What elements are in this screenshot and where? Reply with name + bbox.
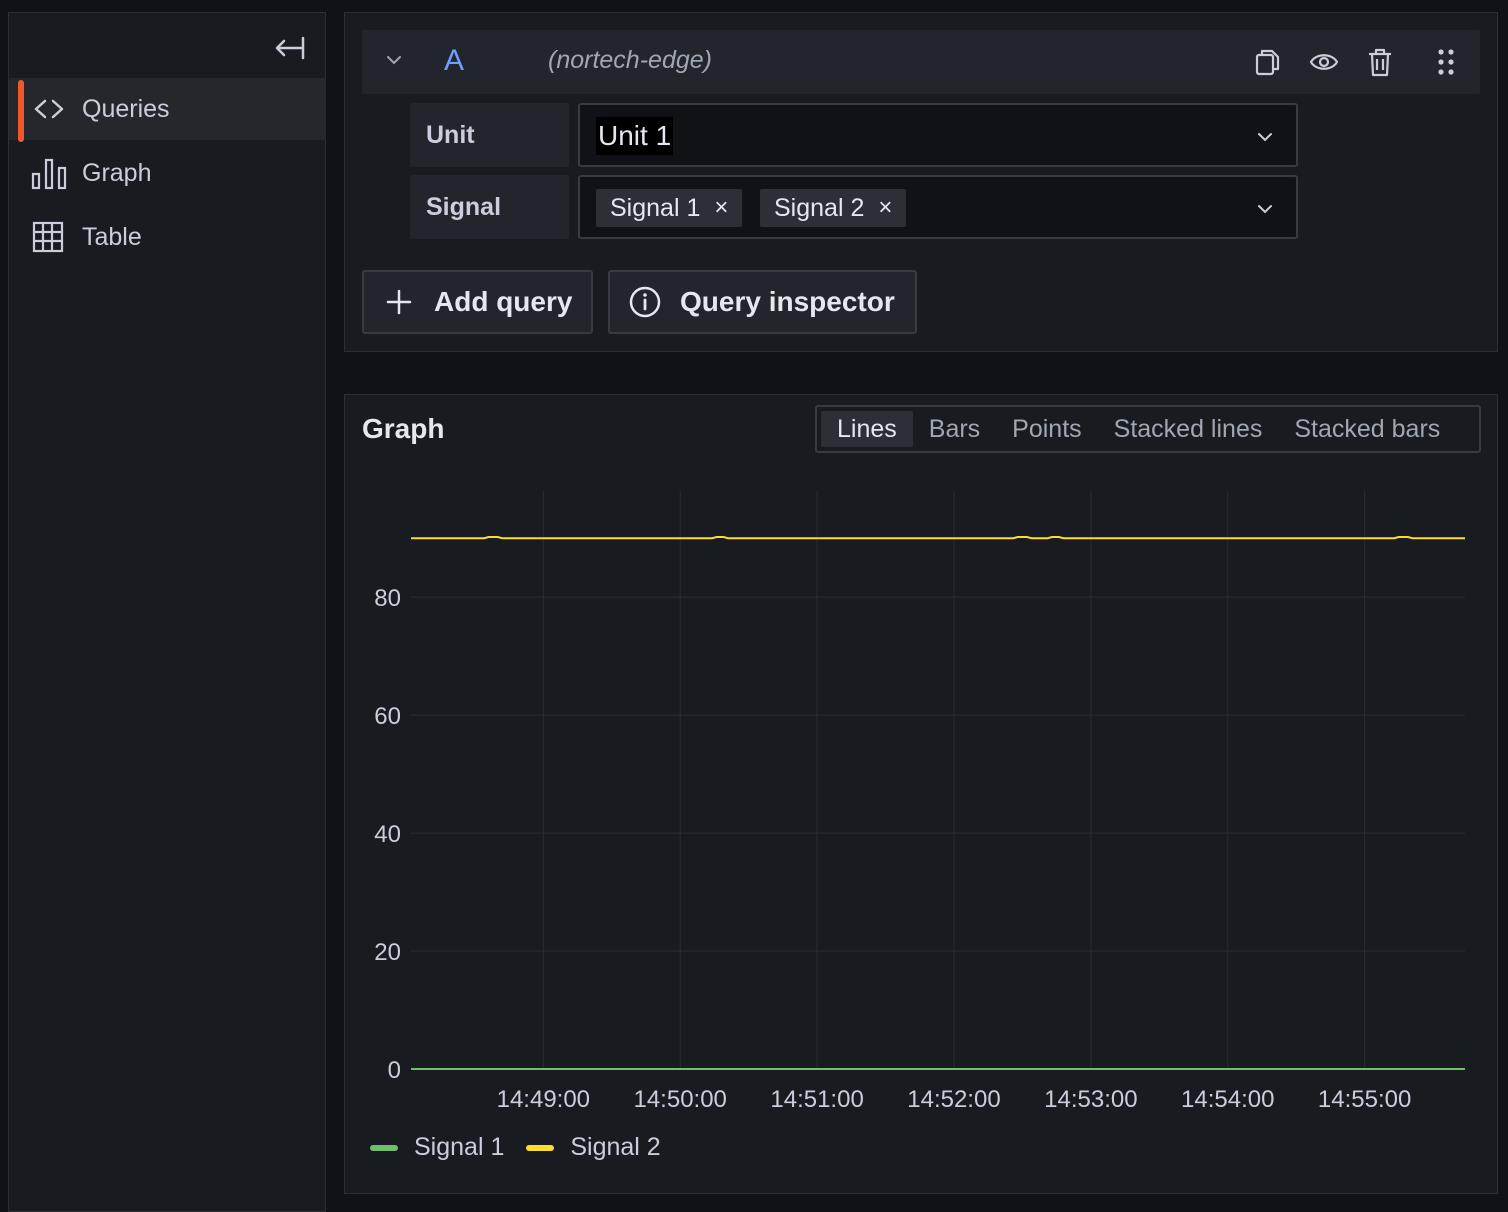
series-line-2 [411, 536, 1465, 540]
close-icon[interactable]: × [878, 194, 892, 222]
x-tick-label: 14:52:00 [907, 1086, 1000, 1113]
legend-label: Signal 1 [414, 1133, 505, 1161]
legend-label: Signal 2 [570, 1133, 661, 1161]
query-inspector-label: Query inspector [680, 286, 895, 317]
chart-legend: Signal 1 Signal 2 [370, 1133, 683, 1162]
signal-chip: Signal 1 × [596, 189, 743, 227]
add-query-label: Add query [434, 286, 573, 317]
copy-icon[interactable] [1252, 46, 1284, 78]
x-tick-label: 14:55:00 [1318, 1086, 1411, 1113]
eye-icon[interactable] [1308, 46, 1340, 78]
x-tick-label: 14:51:00 [770, 1086, 863, 1113]
plus-icon [382, 285, 416, 319]
sidebar: Queries Graph Table [8, 12, 326, 1212]
chevron-down-icon[interactable] [1256, 200, 1274, 218]
chevron-down-icon[interactable] [1256, 128, 1274, 146]
chevron-down-icon[interactable] [386, 52, 402, 68]
signal-chip: Signal 2 × [760, 189, 907, 227]
signal-multiselect[interactable]: Signal 1 × Signal 2 × [578, 175, 1298, 239]
legend-swatch [370, 1144, 398, 1151]
bar-chart-icon [31, 156, 67, 190]
legend-swatch [526, 1144, 555, 1151]
y-tick-label: 80 [374, 585, 401, 612]
x-tick-label: 14:54:00 [1181, 1086, 1274, 1113]
info-circle-icon [628, 285, 662, 319]
active-indicator [18, 80, 24, 142]
sidebar-item-label: Table [82, 222, 142, 251]
line-chart: 0 20 40 60 80 14:49:00 14:50:00 14:51:00 14:52:0… [374, 491, 1465, 1113]
unit-select[interactable]: Unit 1 [578, 103, 1298, 167]
x-tick-label: 14:50:00 [633, 1086, 726, 1113]
graph-panel: Graph Lines Bars Points Stacked lines St… [344, 394, 1498, 1194]
y-tick-label: 20 [374, 939, 401, 966]
query-ref-id[interactable]: A [444, 44, 464, 78]
query-editor-panel: A (nortech-edge) Unit Unit 1 Signal Sign… [344, 12, 1498, 352]
query-row-header: A (nortech-edge) [362, 30, 1480, 94]
sidebar-item-label: Graph [82, 158, 152, 187]
unit-label: Unit [410, 103, 569, 167]
sidebar-item-queries[interactable]: Queries [9, 78, 326, 142]
y-tick-label: 40 [374, 821, 401, 848]
drag-handle-icon[interactable] [1430, 46, 1462, 78]
x-tick-label: 14:53:00 [1044, 1086, 1137, 1113]
sidebar-item-table[interactable]: Table [9, 206, 326, 268]
query-inspector-button[interactable]: Query inspector [608, 270, 917, 334]
signal-label: Signal [410, 175, 569, 239]
add-query-button[interactable]: Add query [362, 270, 593, 334]
legend-item[interactable]: Signal 2 [526, 1133, 661, 1162]
legend-item[interactable]: Signal 1 [370, 1133, 504, 1162]
x-tick-label: 14:49:00 [497, 1086, 590, 1113]
chip-label: Signal 2 [774, 193, 865, 222]
y-tick-label: 0 [388, 1057, 401, 1084]
trash-icon[interactable] [1364, 46, 1396, 78]
unit-select-value: Unit 1 [596, 117, 674, 155]
y-tick-label: 60 [374, 703, 401, 730]
datasource-name: (nortech-edge) [548, 46, 712, 74]
collapse-sidebar-icon[interactable] [271, 33, 307, 63]
code-icon [31, 92, 67, 126]
sidebar-item-graph[interactable]: Graph [9, 142, 326, 204]
table-icon [31, 220, 67, 254]
close-icon[interactable]: × [714, 194, 728, 222]
sidebar-item-label: Queries [82, 94, 170, 123]
chip-label: Signal 1 [610, 193, 701, 222]
